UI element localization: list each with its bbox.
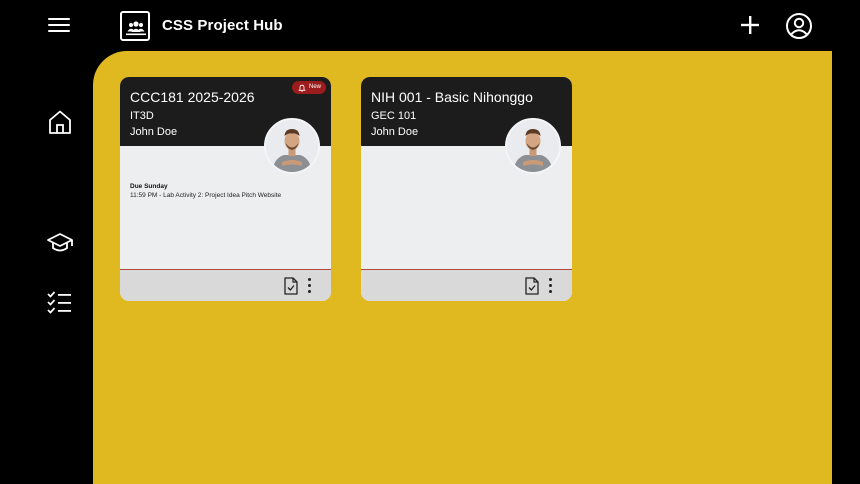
assignment-icon[interactable] xyxy=(524,277,540,295)
class-card-footer xyxy=(361,269,572,301)
class-card[interactable]: CCC181 2025-2026 IT3D John Doe New Due S… xyxy=(120,77,331,301)
due-label: Due Sunday xyxy=(130,183,168,190)
class-teacher: John Doe xyxy=(371,126,419,138)
main-content-panel: CCC181 2025-2026 IT3D John Doe New Due S… xyxy=(93,51,832,484)
classroom-people-icon xyxy=(120,11,150,41)
checklist-icon[interactable] xyxy=(46,288,74,316)
class-card-footer xyxy=(120,269,331,301)
more-vert-icon[interactable] xyxy=(546,276,556,296)
assignment-icon[interactable] xyxy=(283,277,299,295)
more-vert-icon[interactable] xyxy=(305,276,315,296)
hamburger-menu-icon[interactable] xyxy=(46,14,74,36)
class-section: IT3D xyxy=(130,110,154,122)
plus-icon[interactable] xyxy=(738,13,762,37)
graduation-cap-icon[interactable] xyxy=(46,229,74,257)
class-teacher: John Doe xyxy=(130,126,178,138)
class-title[interactable]: CCC181 2025-2026 xyxy=(130,89,255,105)
teacher-avatar xyxy=(505,118,561,174)
account-circle-icon[interactable] xyxy=(785,12,813,40)
class-card[interactable]: NIH 001 - Basic Nihonggo GEC 101 John Do… xyxy=(361,77,572,301)
app-title: CSS Project Hub xyxy=(162,17,283,34)
top-app-bar: CSS Project Hub xyxy=(0,0,860,50)
due-assignment-link[interactable]: 11:59 PM - Lab Activity 2: Project Idea … xyxy=(130,192,281,199)
teacher-avatar xyxy=(264,118,320,174)
home-icon[interactable] xyxy=(46,108,74,136)
new-badge-label: New xyxy=(309,84,322,90)
new-badge[interactable]: New xyxy=(292,81,326,94)
bell-icon xyxy=(298,84,306,92)
class-section: GEC 101 xyxy=(371,110,417,122)
class-title[interactable]: NIH 001 - Basic Nihonggo xyxy=(371,89,533,105)
